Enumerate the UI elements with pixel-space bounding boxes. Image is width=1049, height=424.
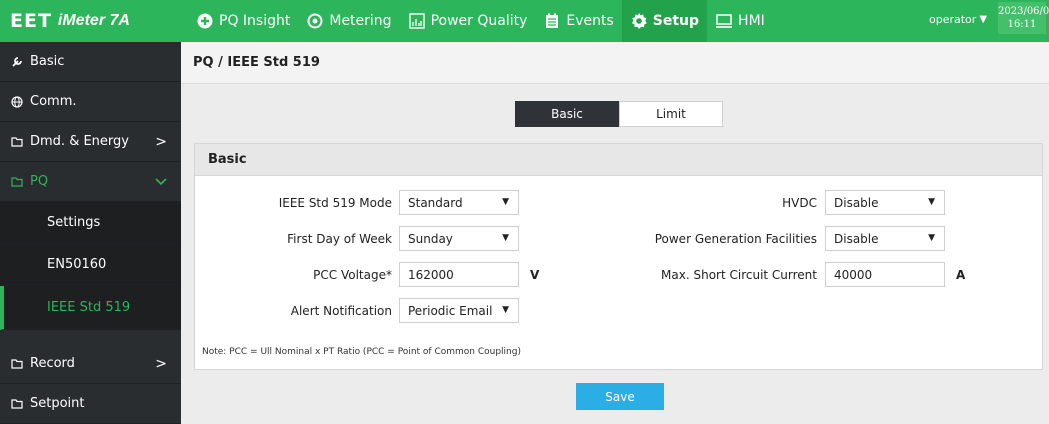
mode-select[interactable]: Standard ▼ (399, 190, 519, 215)
firstday-label: First Day of Week (287, 232, 392, 246)
sidebar-item-label: Comm. (30, 94, 77, 109)
msc-unit: A (956, 268, 966, 282)
caret-down-icon: ▼ (502, 197, 509, 207)
nav-setup[interactable]: Setup (621, 0, 708, 42)
sidebar-item-label: IEEE Std 519 (47, 300, 131, 315)
tab-switch: Basic Limit (515, 101, 723, 127)
sidebar-item-comm[interactable]: Comm. (0, 82, 181, 122)
sidebar-item-ieee519[interactable]: IEEE Std 519 (0, 286, 181, 330)
caret-down-icon: ▼ (502, 305, 509, 315)
sidebar-item-pq[interactable]: PQ (0, 162, 181, 202)
pcc-note: Note: PCC = Ull Nominal x PT Ratio (PCC … (202, 347, 521, 357)
top-bar: EET iMeter 7A PQ Insight Metering Power … (0, 0, 1049, 42)
folder-icon (10, 398, 24, 410)
monitor-icon (715, 12, 733, 30)
nav-events[interactable]: Events (535, 0, 621, 42)
sidebar-item-label: Setpoint (30, 396, 85, 411)
nav-power-quality[interactable]: Power Quality (400, 0, 536, 42)
nav-label: Setup (652, 13, 700, 29)
wrench-icon (10, 56, 24, 68)
folder-icon (10, 136, 24, 148)
pcc-voltage-input[interactable]: 162000 (399, 262, 519, 287)
pgf-label: Power Generation Facilities (654, 232, 817, 246)
basic-panel: Basic IEEE Std 519 Mode Standard ▼ First… (194, 143, 1043, 370)
events-icon (543, 12, 561, 30)
power-quality-icon (408, 12, 426, 30)
metering-icon (306, 12, 324, 30)
sidebar-item-label: Basic (30, 54, 65, 69)
chevron-down-icon (155, 174, 167, 190)
max-short-circuit-input[interactable]: 40000 (825, 262, 945, 287)
sidebar-item-label: PQ (30, 174, 49, 189)
pgf-value: Disable (834, 231, 879, 246)
hvdc-value: Disable (834, 195, 879, 210)
nav-label: PQ Insight (219, 13, 291, 29)
caret-down-icon: ▼ (502, 233, 509, 243)
save-button[interactable]: Save (576, 383, 664, 410)
sidebar-item-settings[interactable]: Settings (0, 202, 181, 244)
hvdc-select[interactable]: Disable ▼ (825, 190, 945, 215)
nav-label: Metering (329, 13, 392, 29)
sidebar-item-dmd-energy[interactable]: Dmd. & Energy > (0, 122, 181, 162)
sidebar-item-label: Dmd. & Energy (30, 134, 129, 149)
sidebar-item-setpoint[interactable]: Setpoint (0, 384, 181, 424)
chevron-right-icon: > (155, 133, 167, 150)
caret-down-icon: ▼ (979, 14, 988, 25)
alert-label: Alert Notification (290, 304, 392, 318)
tab-basic[interactable]: Basic (515, 101, 619, 127)
sidebar-item-record[interactable]: Record > (0, 344, 181, 384)
pcc-unit: V (530, 268, 540, 282)
folder-icon (10, 176, 24, 188)
chevron-right-icon: > (155, 355, 167, 372)
nav-hmi[interactable]: HMI (707, 0, 773, 42)
sidebar-item-label: Record (30, 356, 75, 371)
panel-title: Basic (195, 144, 1042, 176)
sidebar-item-en50160[interactable]: EN50160 (0, 244, 181, 286)
user-menu[interactable]: operator ▼ (929, 13, 987, 26)
sidebar-item-label: Settings (47, 215, 101, 230)
mode-value: Standard (408, 195, 463, 210)
model-name: iMeter 7A (57, 12, 130, 29)
nav-pq-insight[interactable]: PQ Insight (188, 0, 298, 42)
datetime-display: 2023/06/03 16:11 (998, 2, 1049, 34)
firstday-select[interactable]: Sunday ▼ (399, 226, 519, 251)
pgf-select[interactable]: Disable ▼ (825, 226, 945, 251)
date-text: 2023/06/03 (998, 6, 1049, 17)
brand-logo[interactable]: EET iMeter 7A (10, 9, 130, 33)
nav-label: Power Quality (430, 13, 528, 29)
hvdc-label: HVDC (782, 196, 817, 210)
gear-icon (630, 12, 648, 30)
globe-icon (10, 95, 24, 108)
alert-value: Periodic Email (408, 303, 493, 318)
nav-metering[interactable]: Metering (298, 0, 399, 42)
alert-select[interactable]: Periodic Email ▼ (399, 298, 519, 323)
breadcrumb: PQ / IEEE Std 519 (193, 55, 320, 70)
main-nav: PQ Insight Metering Power Quality Events… (188, 0, 773, 42)
folder-icon (10, 358, 24, 370)
nav-label: Events (566, 13, 614, 29)
caret-down-icon: ▼ (928, 197, 935, 207)
logo-text: EET (10, 10, 52, 32)
sidebar-item-label: EN50160 (47, 257, 107, 272)
sidebar: Basic Comm. Dmd. & Energy > PQ Settings … (0, 42, 181, 424)
caret-down-icon: ▼ (928, 233, 935, 243)
time-text: 16:11 (1007, 19, 1037, 30)
tab-limit[interactable]: Limit (619, 101, 723, 127)
pq-insight-icon (196, 12, 214, 30)
breadcrumb-bar: PQ / IEEE Std 519 (181, 42, 1049, 84)
sidebar-item-basic[interactable]: Basic (0, 42, 181, 82)
msc-label: Max. Short Circuit Current (661, 268, 817, 282)
user-name: operator (929, 13, 977, 26)
firstday-value: Sunday (408, 231, 453, 246)
mode-label: IEEE Std 519 Mode (278, 196, 392, 210)
nav-label: HMI (738, 13, 765, 29)
pcc-label: PCC Voltage* (313, 268, 392, 282)
